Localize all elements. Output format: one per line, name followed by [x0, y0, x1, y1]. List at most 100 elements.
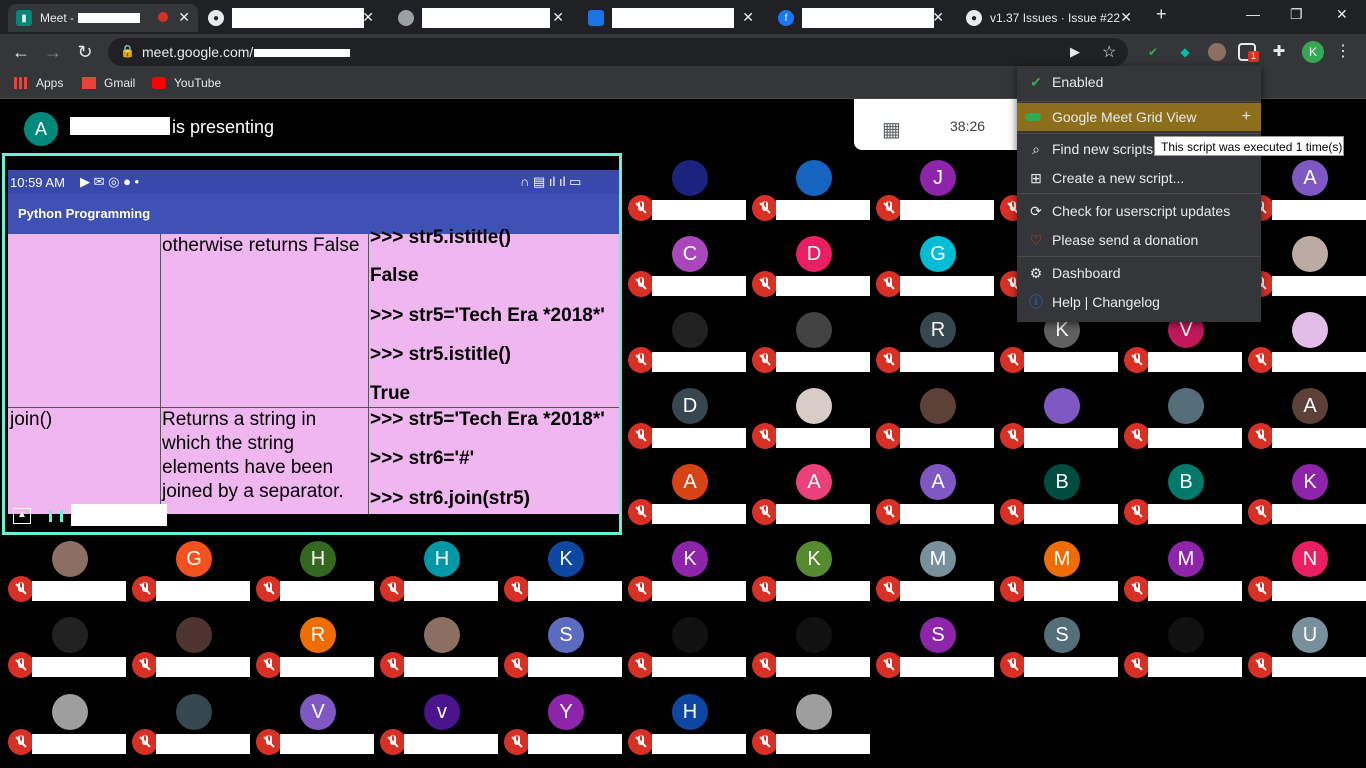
participant-tile[interactable]: [1124, 611, 1248, 687]
participant-tile[interactable]: U: [1248, 611, 1366, 687]
tab-globe[interactable]: ✕: [390, 4, 572, 32]
participant-tile[interactable]: [8, 611, 132, 687]
menu-item-create[interactable]: ⊞ Create a new script...: [1017, 164, 1261, 192]
close-icon[interactable]: ✕: [178, 9, 190, 26]
puzzle-icon[interactable]: ✚: [1270, 43, 1288, 61]
new-tab-button[interactable]: +: [1156, 4, 1167, 25]
reload-icon[interactable]: ↻: [74, 41, 96, 63]
participant-tile[interactable]: M: [1000, 535, 1124, 611]
menu-item-donate[interactable]: ♡ Please send a donation: [1017, 226, 1261, 254]
participant-tile[interactable]: [8, 535, 132, 611]
close-icon[interactable]: ✕: [362, 9, 374, 26]
participant-tile[interactable]: [752, 688, 876, 764]
close-icon[interactable]: ✕: [1120, 9, 1132, 26]
forward-icon[interactable]: →: [42, 41, 64, 63]
participant-tile[interactable]: G: [876, 230, 1000, 306]
participant-tile[interactable]: N: [1248, 535, 1366, 611]
grid-view-icon[interactable]: ▦: [882, 117, 901, 142]
participant-tile[interactable]: S: [504, 611, 628, 687]
participant-tile[interactable]: [1248, 230, 1366, 306]
presentation-tile[interactable]: 10:59 AM ▶ ✉ ◎ ● • ∩ ▤ ıl ıl ▭ Python Pr…: [2, 153, 622, 535]
userscript-icon[interactable]: 1: [1238, 43, 1259, 62]
expand-plus-icon[interactable]: +: [1242, 108, 1251, 126]
participant-tile[interactable]: M: [876, 535, 1000, 611]
profile-avatar[interactable]: K: [1302, 41, 1324, 63]
menu-item-help[interactable]: ⓘ Help | Changelog: [1017, 288, 1261, 316]
camera-blocked-icon[interactable]: ▶: [1070, 44, 1080, 60]
tampermonkey-icon[interactable]: [1208, 43, 1226, 61]
close-icon[interactable]: ✕: [552, 9, 564, 26]
participant-tile[interactable]: H: [256, 535, 380, 611]
participant-tile[interactable]: K: [628, 535, 752, 611]
participant-tile[interactable]: Y: [504, 688, 628, 764]
tab-github-issue[interactable]: ● v1.37 Issues · Issue #22 ✕: [958, 4, 1140, 32]
participant-tile[interactable]: [628, 611, 752, 687]
bookmark-star-icon[interactable]: ☆: [1102, 42, 1116, 62]
participant-tile[interactable]: A: [876, 458, 1000, 534]
participant-tile[interactable]: D: [752, 230, 876, 306]
tab-facebook[interactable]: f ✕: [770, 4, 952, 32]
extension-icon[interactable]: ◆: [1176, 43, 1194, 61]
participant-tile[interactable]: [752, 154, 876, 230]
participant-tile[interactable]: [752, 611, 876, 687]
participant-tile[interactable]: [1248, 306, 1366, 382]
participant-tile[interactable]: [132, 611, 256, 687]
participant-tile[interactable]: C: [628, 230, 752, 306]
participant-tile[interactable]: B: [1000, 458, 1124, 534]
menu-item-updates[interactable]: ⟳ Check for userscript updates: [1017, 197, 1261, 225]
participant-tile[interactable]: [752, 306, 876, 382]
participant-tile[interactable]: A: [752, 458, 876, 534]
participant-tile[interactable]: K: [504, 535, 628, 611]
participant-tile[interactable]: G: [132, 535, 256, 611]
participant-tile[interactable]: A: [1248, 154, 1366, 230]
expand-icon[interactable]: ▲: [13, 508, 31, 524]
participant-tile[interactable]: K: [1248, 458, 1366, 534]
participant-tile[interactable]: K: [752, 535, 876, 611]
toggle-icon[interactable]: [1025, 113, 1041, 121]
participant-tile[interactable]: [628, 154, 752, 230]
participant-tile[interactable]: [8, 688, 132, 764]
minimize-button[interactable]: —: [1246, 6, 1260, 22]
participant-tile[interactable]: D: [628, 382, 752, 458]
bookmark-gmail[interactable]: Gmail: [82, 76, 135, 90]
menu-item-script[interactable]: Google Meet Grid View +: [1017, 103, 1261, 131]
participant-tile[interactable]: J: [876, 154, 1000, 230]
tab-github[interactable]: ● ✕: [200, 4, 382, 32]
check-extension-icon[interactable]: ✔: [1144, 43, 1162, 61]
tab-contacts[interactable]: ✕: [580, 4, 762, 32]
close-window-button[interactable]: ✕: [1336, 6, 1348, 23]
bookmark-apps[interactable]: Apps: [14, 76, 63, 90]
recording-indicator-icon: [158, 12, 168, 22]
maximize-button[interactable]: ❐: [1290, 6, 1303, 23]
participant-tile[interactable]: [876, 382, 1000, 458]
participant-tile[interactable]: V: [256, 688, 380, 764]
participant-tile[interactable]: A: [1248, 382, 1366, 458]
participant-tile[interactable]: R: [256, 611, 380, 687]
participant-tile[interactable]: R: [876, 306, 1000, 382]
participant-tile[interactable]: [132, 688, 256, 764]
participant-tile[interactable]: [752, 382, 876, 458]
participant-tile[interactable]: [1124, 382, 1248, 458]
participant-tile[interactable]: [1000, 382, 1124, 458]
participant-name-redacted: [1272, 352, 1366, 372]
participant-tile[interactable]: S: [1000, 611, 1124, 687]
participant-tile[interactable]: B: [1124, 458, 1248, 534]
address-bar[interactable]: 🔒 meet.google.com/ ▶ ☆: [108, 38, 1128, 66]
participant-tile[interactable]: M: [1124, 535, 1248, 611]
close-icon[interactable]: ✕: [932, 9, 944, 26]
participant-tile[interactable]: H: [628, 688, 752, 764]
menu-item-enabled[interactable]: ✔ Enabled: [1017, 68, 1261, 96]
participant-tile[interactable]: [380, 611, 504, 687]
participant-tile[interactable]: H: [380, 535, 504, 611]
tab-meet[interactable]: ▮ Meet - ✕: [8, 4, 198, 32]
menu-item-dashboard[interactable]: ⚙ Dashboard: [1017, 259, 1261, 287]
participant-tile[interactable]: S: [876, 611, 1000, 687]
participant-tile[interactable]: [628, 306, 752, 382]
back-icon[interactable]: ←: [10, 41, 32, 63]
close-icon[interactable]: ✕: [742, 9, 754, 26]
bookmark-youtube[interactable]: YouTube: [152, 76, 221, 90]
menu-kebab-icon[interactable]: ⋮: [1334, 43, 1352, 61]
participant-tile[interactable]: v: [380, 688, 504, 764]
avatar: N: [1292, 541, 1328, 577]
participant-tile[interactable]: A: [628, 458, 752, 534]
